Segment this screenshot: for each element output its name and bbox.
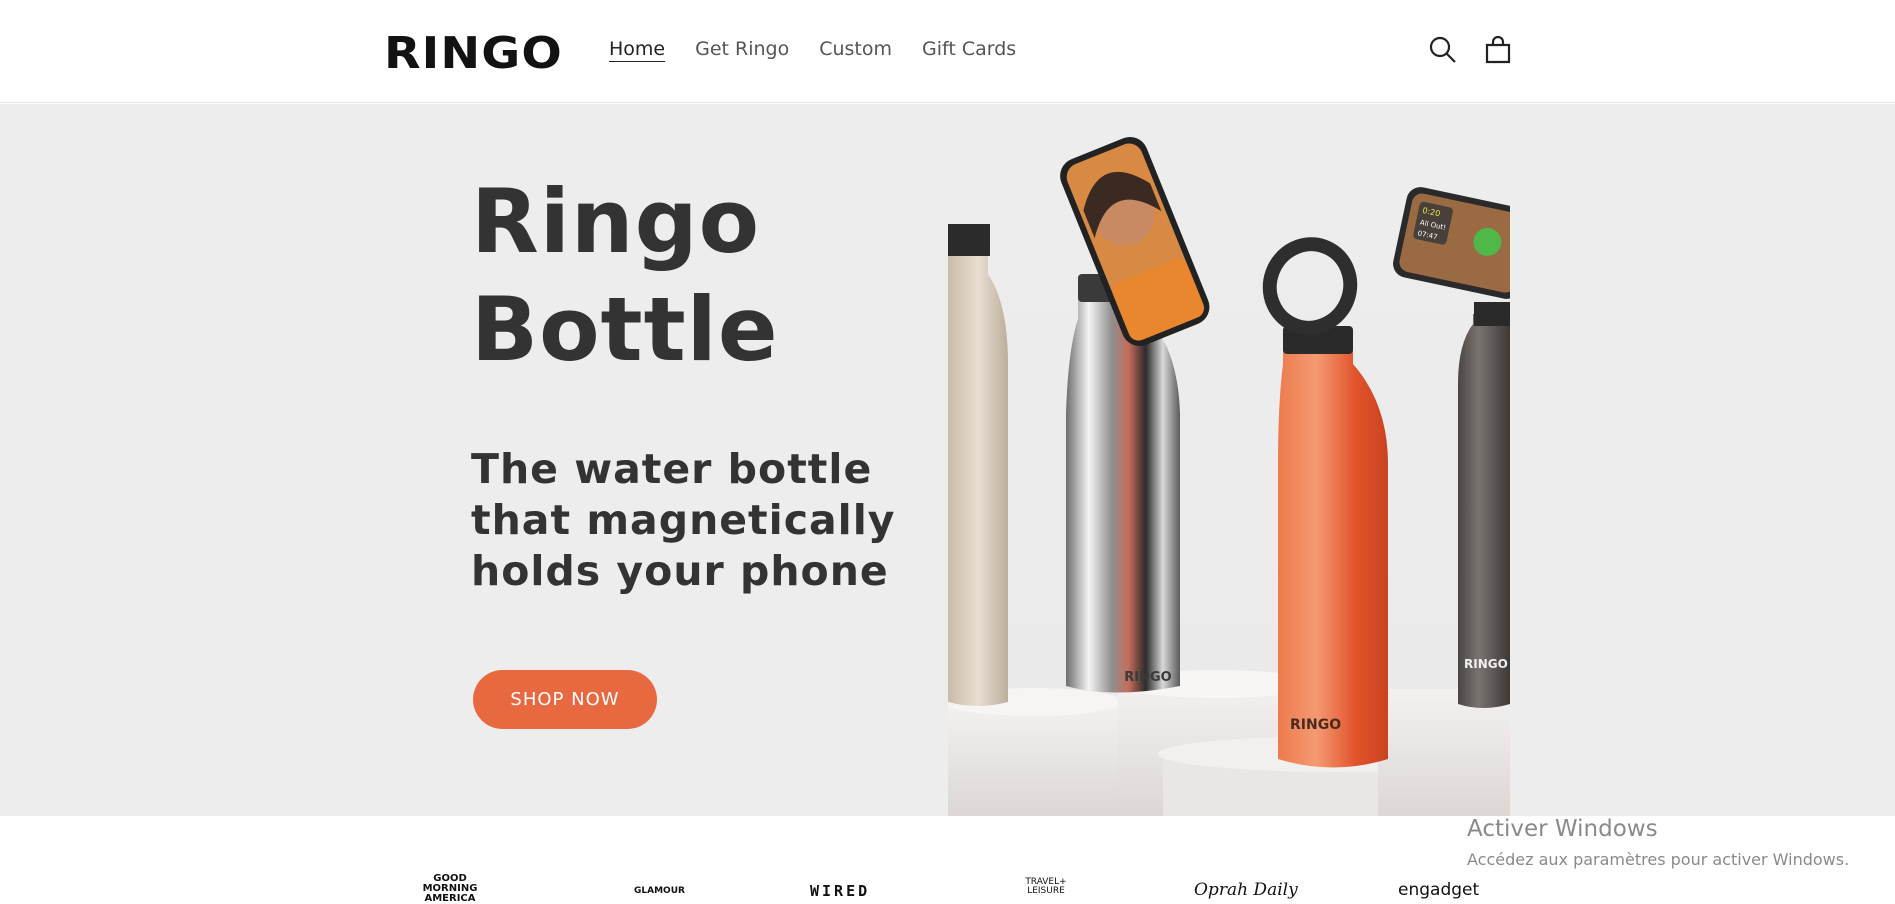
hero-title-line-2: Bottle — [471, 278, 779, 381]
dark-bottle-brand: RINGO — [1464, 657, 1508, 671]
press-logo-engadget: engadget — [1398, 880, 1480, 900]
main-nav: Home Get Ringo Custom Gift Cards — [609, 38, 1016, 60]
hero-product-image: RINGO RINGO RINGO 0:20 All Out! 07:47 — [948, 104, 1510, 816]
press-logo-oprah-daily: Oprah Daily — [1194, 880, 1298, 900]
brand-logo[interactable]: RINGO — [384, 28, 563, 79]
hero-banner: Ringo Bottle The water bottle that magne… — [0, 104, 1895, 816]
nav-custom[interactable]: Custom — [819, 38, 892, 60]
press-logo-wired: WIRED — [810, 882, 871, 900]
nav-get-ringo[interactable]: Get Ringo — [695, 38, 789, 60]
cart-icon[interactable] — [1482, 34, 1514, 66]
windows-activation-title: Activer Windows — [1467, 816, 1658, 842]
hero-subtitle: The water bottle that magnetically holds… — [471, 445, 896, 595]
search-icon[interactable] — [1427, 34, 1459, 66]
press-logo-travel-leisure: TRAVEL+ LEISURE — [1025, 877, 1067, 896]
windows-activation-subtitle: Accédez aux paramètres pour activer Wind… — [1467, 850, 1850, 869]
hero-title: Ringo Bottle — [471, 168, 779, 384]
nav-home[interactable]: Home — [609, 38, 665, 60]
press-logo-glamour: GLAMOUR — [634, 886, 685, 896]
steel-bottle-brand: RINGO — [1124, 670, 1171, 685]
nav-gift-cards[interactable]: Gift Cards — [922, 38, 1016, 60]
shop-now-button[interactable]: SHOP NOW — [473, 670, 657, 729]
site-header: RINGO Home Get Ringo Custom Gift Cards — [0, 0, 1895, 103]
press-logo-gma: GOOD MORNING AMERICA — [422, 873, 478, 904]
orange-bottle-brand: RINGO — [1290, 717, 1341, 733]
hero-title-line-1: Ringo — [471, 170, 761, 273]
